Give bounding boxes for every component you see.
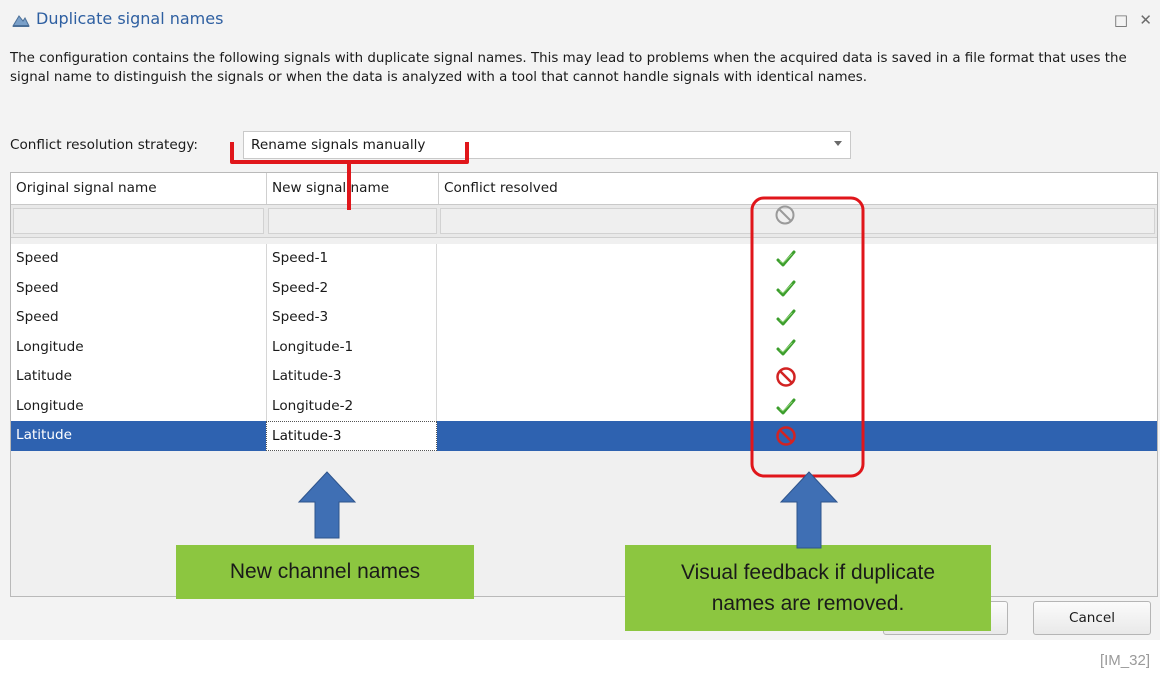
table-row[interactable]: Longitude Longitude-1 <box>11 332 1157 363</box>
app-icon <box>12 15 30 27</box>
not-allowed-icon <box>776 367 796 387</box>
conflict-resolved-cell <box>437 421 1157 451</box>
callout-line-2: names are removed. <box>711 592 905 615</box>
table-row[interactable]: Speed Speed-3 <box>11 303 1157 333</box>
new-name-cell[interactable]: Longitude-1 <box>266 332 437 362</box>
conflict-resolved-cell <box>437 244 1157 274</box>
check-icon <box>776 309 796 326</box>
grid-rows: Speed Speed-1 Speed Speed-2 Speed Speed-3 Long… <box>11 244 1157 451</box>
original-name-cell[interactable]: Speed <box>11 303 266 333</box>
check-icon <box>776 250 796 267</box>
new-name-cell[interactable]: Speed-1 <box>266 244 437 274</box>
new-name-cell[interactable]: Longitude-2 <box>266 391 437 421</box>
strategy-selected-value: Rename signals manually <box>251 137 426 153</box>
not-allowed-icon <box>776 426 796 446</box>
original-name-cell[interactable]: Longitude <box>11 392 266 422</box>
new-name-cell[interactable]: Speed-2 <box>266 273 437 303</box>
image-reference-label: [IM_32] <box>1099 652 1150 669</box>
filter-resolved[interactable] <box>440 208 1155 234</box>
original-name-cell[interactable]: Latitude <box>11 362 266 392</box>
maximize-icon[interactable]: □ <box>1114 11 1128 29</box>
conflict-strategy-dropdown[interactable]: Rename signals manually <box>243 131 851 159</box>
conflict-resolved-cell <box>437 392 1157 422</box>
signal-grid: Original signal name New signal name Con… <box>10 172 1158 597</box>
callout-line-1: Visual feedback if duplicate <box>680 561 936 584</box>
table-row[interactable]: Speed Speed-1 <box>11 244 1157 274</box>
conflict-resolved-cell <box>437 362 1157 392</box>
new-name-cell[interactable]: Latitude-3 <box>266 362 437 392</box>
window-title: Duplicate signal names <box>36 9 224 28</box>
filter-row <box>11 205 1157 238</box>
original-name-cell[interactable]: Latitude <box>11 421 266 451</box>
original-name-cell[interactable]: Longitude <box>11 333 266 363</box>
title-bar: Duplicate signal names □ ✕ <box>0 0 1160 40</box>
conflict-resolved-cell <box>437 274 1157 304</box>
close-icon[interactable]: ✕ <box>1139 11 1152 29</box>
column-header-resolved[interactable]: Conflict resolved <box>439 173 1157 204</box>
conflict-resolved-cell <box>437 303 1157 333</box>
column-header-original[interactable]: Original signal name <box>11 173 267 204</box>
not-allowed-icon[interactable] <box>774 204 796 226</box>
grid-header: Original signal name New signal name Con… <box>11 173 1157 205</box>
check-icon <box>776 398 796 414</box>
filter-original[interactable] <box>13 208 264 234</box>
cancel-button[interactable]: Cancel <box>1033 601 1151 635</box>
table-row[interactable]: Speed Speed-2 <box>11 273 1157 304</box>
table-row[interactable]: Latitude Latitude-3 <box>11 421 1157 451</box>
annotation-callout-new-names: New channel names <box>176 545 474 599</box>
strategy-label: Conflict resolution strategy: <box>10 137 198 153</box>
table-row[interactable]: Latitude Latitude-3 <box>11 362 1157 392</box>
description-text: The configuration contains the following… <box>10 51 1127 85</box>
annotation-callout-visual-feedback: Visual feedback if duplicate names are r… <box>625 545 991 631</box>
duplicate-signal-names-dialog: Duplicate signal names □ ✕ The configura… <box>0 0 1160 640</box>
check-icon <box>776 339 796 355</box>
original-name-cell[interactable]: Speed <box>11 274 266 304</box>
conflict-resolved-cell <box>437 333 1157 363</box>
filter-new[interactable] <box>268 208 437 234</box>
chevron-down-icon[interactable] <box>834 141 842 146</box>
new-name-cell[interactable]: Speed-3 <box>266 303 437 333</box>
new-name-cell[interactable]: Latitude-3 <box>266 421 437 451</box>
column-header-new[interactable]: New signal name <box>267 173 439 204</box>
table-row[interactable]: Longitude Longitude-2 <box>11 391 1157 422</box>
original-name-cell[interactable]: Speed <box>11 244 266 274</box>
check-icon <box>776 280 796 296</box>
